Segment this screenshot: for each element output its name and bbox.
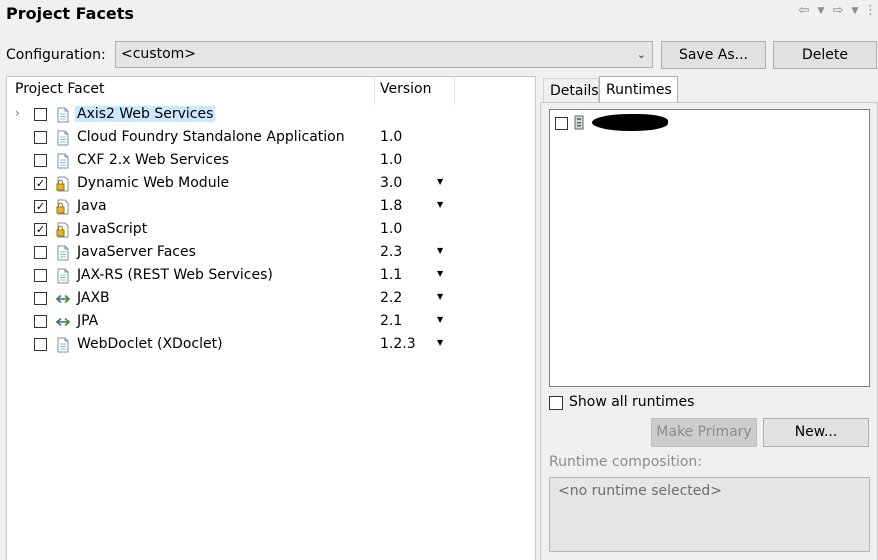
facet-version[interactable]: 1.8 [380,198,402,214]
facets-table: Project Facet Version › Axis2 Web Service… [6,76,536,560]
version-dropdown-icon[interactable]: ▼ [437,246,443,255]
facet-checkbox[interactable] [34,292,47,305]
redacted-runtime-name [592,114,668,131]
facet-name: JAX-RS (REST Web Services) [77,267,273,283]
facet-version[interactable]: 1.0 [380,129,402,145]
table-row[interactable]: › Axis2 Web Services [7,104,535,127]
facet-checkbox[interactable] [34,154,47,167]
version-dropdown-icon[interactable]: ▼ [437,292,443,301]
facet-name: Java [77,198,107,214]
locked-facet-icon [56,199,70,215]
page-icon [56,268,70,284]
tab-details[interactable]: Details [543,78,599,102]
arrows-icon [55,314,71,330]
facet-version[interactable]: 2.1 [380,313,402,329]
new-runtime-button[interactable]: New... [763,418,869,447]
facet-version[interactable]: 2.2 [380,290,402,306]
version-dropdown-icon[interactable]: ▼ [437,338,443,347]
page-icon [56,107,70,123]
facet-name: WebDoclet (XDoclet) [77,336,223,352]
column-divider[interactable] [374,77,375,105]
tab-runtimes[interactable]: Runtimes [599,76,678,102]
page-icon [56,245,70,261]
show-all-runtimes-label: Show all runtimes [569,394,695,410]
facet-version[interactable]: 2.3 [380,244,402,260]
arrows-icon [55,291,71,307]
column-header-facet[interactable]: Project Facet [15,81,105,97]
facet-checkbox[interactable] [34,108,47,121]
table-row[interactable]: ✓ Java 1.8 ▼ [7,196,535,219]
page-icon [56,337,70,353]
runtime-composition-value: <no runtime selected> [558,483,723,499]
version-dropdown-icon[interactable]: ▼ [437,269,443,278]
facet-version[interactable]: 3.0 [380,175,402,191]
configuration-value: <custom> [121,46,197,62]
view-menu-icon[interactable]: ⋮ [864,3,877,18]
facet-name: JavaServer Faces [77,244,196,260]
runtime-composition-box: <no runtime selected> [549,477,870,552]
view-toolbar: ⇦ ▼ ⇨ ▼ ⋮ [796,3,877,18]
locked-facet-icon [56,176,70,192]
facet-name: CXF 2.x Web Services [77,152,229,168]
facet-checkbox[interactable] [34,246,47,259]
save-as-button[interactable]: Save As... [661,41,766,69]
chevron-down-icon: ⌄ [636,48,646,61]
facet-checkbox[interactable] [34,269,47,282]
facet-name: Axis2 Web Services [75,106,216,122]
configuration-select[interactable]: <custom> ⌄ [115,41,653,68]
forward-dropdown-icon[interactable]: ▼ [850,6,860,16]
facet-version[interactable]: 1.0 [380,152,402,168]
facet-version[interactable]: 1.1 [380,267,402,283]
version-dropdown-icon[interactable]: ▼ [437,315,443,324]
runtime-checkbox[interactable] [555,117,568,130]
make-primary-button[interactable]: Make Primary [651,418,757,447]
facet-version[interactable]: 1.2.3 [380,336,416,352]
delete-button[interactable]: Delete [773,41,877,69]
facet-checkbox[interactable]: ✓ [34,223,47,236]
page-title: Project Facets [6,4,134,23]
show-all-runtimes-checkbox[interactable] [549,396,563,410]
facet-name: Dynamic Web Module [77,175,230,191]
server-icon [574,115,584,130]
back-arrow-icon[interactable]: ⇦ [796,3,812,18]
version-dropdown-icon[interactable]: ▼ [437,200,443,209]
forward-arrow-icon[interactable]: ⇨ [830,3,846,18]
column-header-version[interactable]: Version [380,81,431,97]
configuration-label: Configuration: [6,47,106,63]
facet-name: JavaScript [77,221,148,237]
facet-checkbox[interactable] [34,315,47,328]
facet-checkbox[interactable]: ✓ [34,177,47,190]
table-row[interactable]: Cloud Foundry Standalone Application 1.0 [7,127,535,150]
back-dropdown-icon[interactable]: ▼ [816,6,826,16]
facet-checkbox[interactable] [34,131,47,144]
page-icon [56,153,70,169]
table-row[interactable]: JPA 2.1 ▼ [7,311,535,334]
facet-name: JAXB [77,290,110,306]
table-row[interactable]: ✓ Dynamic Web Module 3.0 ▼ [7,173,535,196]
facet-version[interactable]: 1.0 [380,221,402,237]
facet-name: JPA [77,313,99,329]
version-dropdown-icon[interactable]: ▼ [437,177,443,186]
table-row[interactable]: JavaServer Faces 2.3 ▼ [7,242,535,265]
runtimes-list[interactable] [549,109,870,387]
table-row[interactable]: JAX-RS (REST Web Services) 1.1 ▼ [7,265,535,288]
table-row[interactable]: JAXB 2.2 ▼ [7,288,535,311]
chevron-right-icon[interactable]: › [15,106,20,120]
runtime-composition-label: Runtime composition: [549,454,702,470]
facet-checkbox[interactable] [34,338,47,351]
facet-name: Cloud Foundry Standalone Application [77,129,345,145]
facet-checkbox[interactable]: ✓ [34,200,47,213]
page-icon [56,130,70,146]
table-row[interactable]: CXF 2.x Web Services 1.0 [7,150,535,173]
column-divider[interactable] [454,77,455,105]
table-row[interactable]: ✓ JavaScript 1.0 [7,219,535,242]
locked-facet-icon [56,222,70,238]
table-row[interactable]: WebDoclet (XDoclet) 1.2.3 ▼ [7,334,535,357]
